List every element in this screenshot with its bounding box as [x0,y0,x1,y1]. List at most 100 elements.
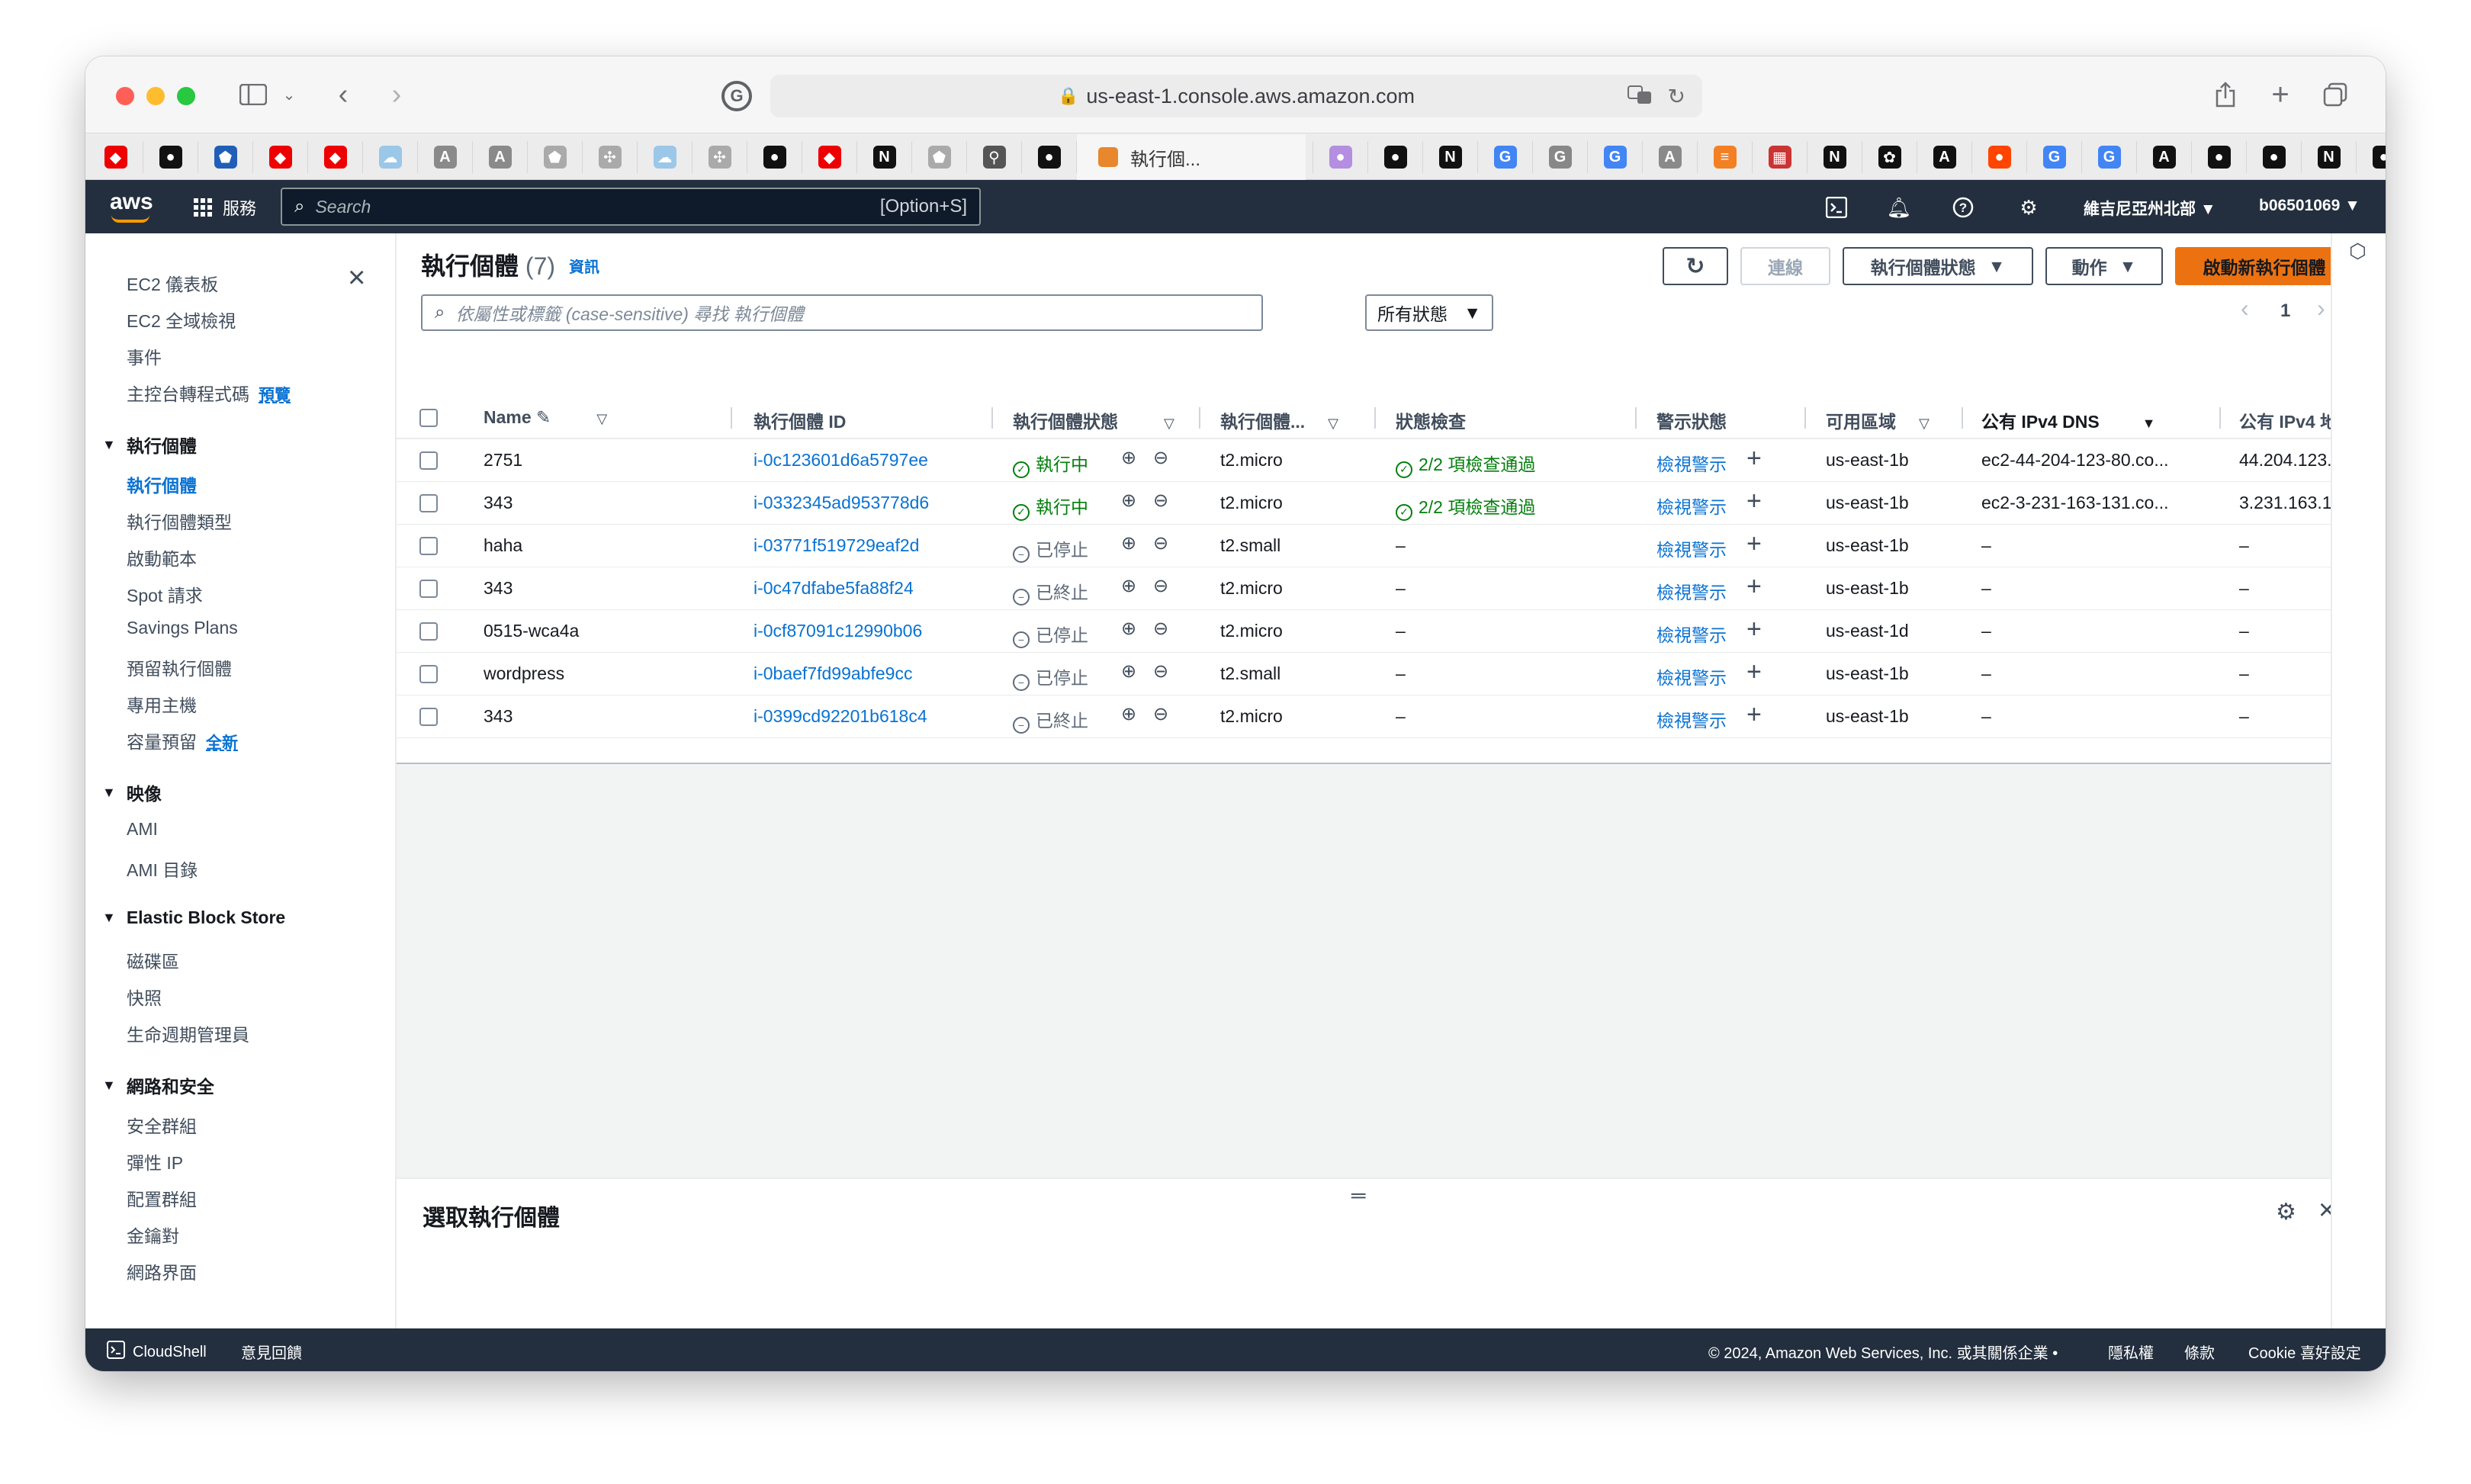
pinned-tab-notion-icon[interactable]: N [1807,141,1862,173]
pinned-tab-reddit-icon[interactable]: ● [1972,141,2027,173]
pinned-tab-redhat-icon[interactable]: ◆ [308,141,363,173]
table-row[interactable]: haha i-03771f519729eaf2d − 已停止 ⊕ ⊖ t2.small – 檢視… [397,525,2331,567]
gear-icon[interactable]: ⚙ [2015,194,2042,221]
row-checkbox[interactable] [419,665,438,683]
row-checkbox[interactable] [419,494,438,512]
aws-logo[interactable]: aws [110,189,153,223]
instance-id-link[interactable]: i-0c123601d6a5797ee [754,450,928,471]
address-bar[interactable]: 🔒 us-east-1.console.aws.amazon.com ↻ [770,75,1702,117]
sidebar-item-capacity-reservations[interactable]: 容量預留 全新 [127,728,238,753]
row-checkbox[interactable] [419,537,438,555]
add-alarm-icon[interactable]: + [1746,700,1762,730]
view-alarms-link[interactable]: 檢視警示 [1656,450,1727,476]
account-menu[interactable]: b06501069 ▼ [2259,197,2360,215]
view-alarms-link[interactable]: 檢視警示 [1656,621,1727,647]
zoom-out-icon[interactable]: ⊖ [1153,532,1168,554]
add-alarm-icon[interactable]: + [1746,444,1762,474]
grammarly-icon[interactable]: G [721,81,752,111]
zoom-in-icon[interactable]: ⊕ [1121,575,1136,597]
table-row[interactable]: 2751 i-0c123601d6a5797ee ✓ 執行中 ⊕ ⊖ t2.micro ✓ 2/… [397,439,2351,482]
cloudshell-link[interactable]: CloudShell [107,1341,207,1364]
view-alarms-link[interactable]: 檢視警示 [1656,663,1727,689]
pinned-tab-cloud-icon[interactable]: ☁ [363,141,418,173]
tab-ec2-instances[interactable]: 執行個... [1077,134,1306,180]
pinned-tab-google-icon[interactable]: G [2027,141,2082,173]
zoom-in-icon[interactable]: ⊕ [1121,660,1136,683]
sidebar-item-dedicated-hosts[interactable]: 專用主機 [127,691,197,717]
pinned-tab-github-icon[interactable]: ● [1368,141,1423,173]
bell-icon[interactable]: 🔔︎ [1885,194,1913,221]
pinned-tab-shield-icon[interactable]: ⬟ [912,141,967,173]
add-alarm-icon[interactable]: + [1746,615,1762,644]
sidebar-item-code-converter[interactable]: 主控台轉程式碼 預覽 [127,380,291,406]
zoom-in-icon[interactable]: ⊕ [1121,532,1136,554]
column-alarm-status[interactable]: 警示狀態 [1656,407,1727,433]
pinned-tab-shield-icon[interactable]: ⬟ [528,141,583,173]
sidebar-item-instance-types[interactable]: 執行個體類型 [127,508,232,534]
zoom-out-icon[interactable]: ⊖ [1153,447,1168,469]
tools-panel-icon[interactable]: ⬡ [2349,239,2367,263]
minimize-window-button[interactable] [146,87,165,105]
view-alarms-link[interactable]: 檢視警示 [1656,493,1727,519]
sidebar-section-instances[interactable]: ▼ 執行個體 [102,432,197,458]
tab-overview-icon[interactable] [2320,75,2351,114]
pinned-tab-notion-icon[interactable]: N [1423,141,1478,173]
pinned-tab-github-icon[interactable]: ● [143,141,198,173]
sidebar-toggle-icon[interactable] [230,75,276,114]
sidebar-section-images[interactable]: ▼ 映像 [102,779,162,805]
row-checkbox[interactable] [419,622,438,641]
pinned-tab-font-a-icon[interactable]: A [1643,141,1698,173]
zoom-out-icon[interactable]: ⊖ [1153,490,1168,512]
zoom-out-icon[interactable]: ⊖ [1153,660,1168,683]
pinned-tab-redhat-icon[interactable]: ◆ [802,141,857,173]
connect-button[interactable]: 連線 [1740,247,1830,285]
resize-handle-icon[interactable]: ═ [1351,1184,1365,1207]
add-alarm-icon[interactable]: + [1746,572,1762,602]
cookie-preferences-link[interactable]: Cookie 喜好設定 [2248,1341,2361,1363]
table-row[interactable]: 343 i-0c47dfabe5fa88f24 − 已終止 ⊕ ⊖ t2.micro – 檢視警… [397,567,2331,610]
sidebar-item-events[interactable]: 事件 [127,343,162,369]
instance-id-link[interactable]: i-0baef7fd99abfe9cc [754,663,912,684]
forward-icon[interactable]: › [381,75,412,114]
zoom-in-icon[interactable]: ⊕ [1121,618,1136,640]
sidebar-item-snapshots[interactable]: 快照 [127,984,162,1010]
sidebar-item-savings-plans[interactable]: Savings Plans [127,618,238,638]
instance-filter-input[interactable]: ⌕ 依屬性或標籤 (case-sensitive) 尋找 執行個體 [421,294,1263,331]
column-instance-id[interactable]: 執行個體 ID [754,407,846,433]
view-alarms-link[interactable]: 檢視警示 [1656,535,1727,561]
sidebar-item-lifecycle-manager[interactable]: 生命週期管理員 [127,1020,249,1046]
row-checkbox[interactable] [419,451,438,470]
pinned-tab-github-icon[interactable]: ● [2192,141,2247,173]
pinned-tab-bike-icon[interactable]: ⚲ [967,141,1022,173]
next-page-icon[interactable]: › [2317,294,2325,323]
aws-search-input[interactable]: ⌕ Search [Option+S] [281,188,981,226]
sidebar-item-ami-catalog[interactable]: AMI 目錄 [127,856,198,882]
terms-link[interactable]: 條款 [2184,1341,2215,1363]
sidebar-item-spot-requests[interactable]: Spot 請求 [127,581,203,607]
page-number[interactable]: 1 [2280,300,2290,322]
pinned-tab-notion-icon[interactable]: N [857,141,912,173]
sidebar-item-global-view[interactable]: EC2 全域檢視 [127,307,236,332]
launch-instance-button[interactable]: 啟動新執行個體 [2175,247,2354,285]
back-icon[interactable]: ‹ [328,75,358,114]
pinned-tab-font-a-icon[interactable]: A [1917,141,1972,173]
sidebar-item-dashboard[interactable]: EC2 儀表板 [127,270,218,296]
prev-page-icon[interactable]: ‹ [2241,294,2249,323]
sidebar-item-volumes[interactable]: 磁碟區 [127,947,179,973]
zoom-out-icon[interactable]: ⊖ [1153,703,1168,725]
zoom-out-icon[interactable]: ⊖ [1153,618,1168,640]
close-window-button[interactable] [116,87,134,105]
instance-id-link[interactable]: i-0cf87091c12990b06 [754,621,922,641]
privacy-link[interactable]: 隱私權 [2108,1341,2154,1363]
translate-icon[interactable] [1628,85,1653,111]
pinned-tab-github-icon[interactable]: ● [1022,141,1077,173]
pinned-tab-shield-icon[interactable]: ⬟ [198,141,253,173]
table-row[interactable]: 343 i-0332345ad953778d6 ✓ 執行中 ⊕ ⊖ t2.micro ✓ 2/2… [397,482,2351,525]
help-icon[interactable]: ? [1949,194,1977,221]
table-row[interactable]: 0515-wca4a i-0cf87091c12990b06 − 已停止 ⊕ ⊖ t2.mi… [397,610,2331,653]
reload-icon[interactable]: ↻ [1668,84,1685,109]
chevron-down-icon[interactable]: ⌄ [278,75,300,114]
column-name[interactable]: Name ✎ ▽ [484,407,607,428]
table-row[interactable]: wordpress i-0baef7fd99abfe9cc − 已停止 ⊕ ⊖ t2.sma… [397,653,2331,695]
instance-id-link[interactable]: i-0332345ad953778d6 [754,493,929,513]
